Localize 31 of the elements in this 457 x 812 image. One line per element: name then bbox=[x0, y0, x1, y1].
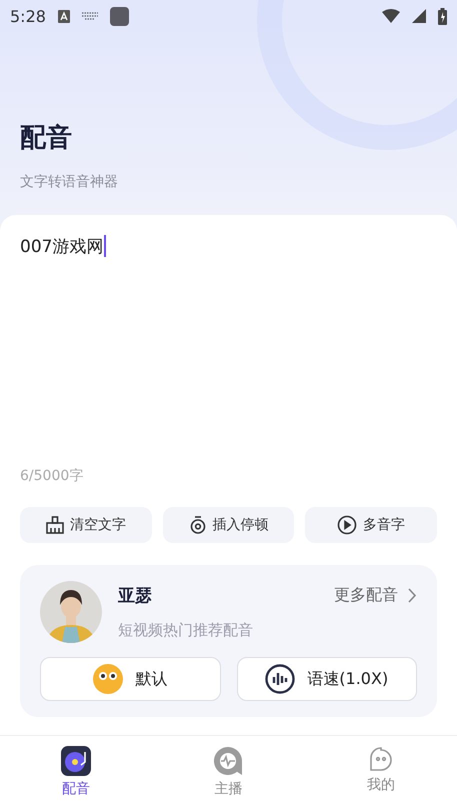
insert-pause-button[interactable]: 插入停顿 bbox=[162, 507, 294, 543]
timer-icon bbox=[188, 516, 206, 534]
tab-item[interactable]: 配音 bbox=[0, 736, 152, 812]
voice-description: 短视频热门推荐配音 bbox=[118, 621, 254, 640]
emotion-button[interactable]: 默认 bbox=[40, 657, 220, 701]
speed-button[interactable]: 语速(1.0X) bbox=[236, 657, 417, 701]
chevron-right-icon bbox=[408, 588, 417, 603]
sound-wave-icon bbox=[265, 664, 296, 694]
app-square-icon bbox=[110, 6, 129, 26]
text-input-field[interactable]: 007游戏网 bbox=[20, 235, 437, 467]
battery-charging-icon bbox=[438, 8, 447, 24]
keyboard-a-icon bbox=[58, 10, 70, 22]
wifi-icon bbox=[382, 9, 400, 23]
tab-item[interactable]: 主播 bbox=[152, 736, 305, 812]
status-time: 5:28 bbox=[10, 6, 46, 26]
keyboard-icon bbox=[82, 12, 98, 20]
tab-item[interactable]: 我的 bbox=[304, 736, 457, 812]
record-player-icon bbox=[61, 746, 92, 776]
clear-text-button[interactable]: 清空文字 bbox=[20, 507, 152, 543]
emoji-icon bbox=[93, 664, 124, 694]
more-voices-link[interactable]: 更多配音 bbox=[334, 585, 417, 606]
page-subtitle: 文字转语音神器 bbox=[20, 173, 119, 191]
chat-wave-icon bbox=[213, 746, 244, 776]
signal-icon bbox=[412, 9, 426, 23]
broom-icon bbox=[46, 516, 64, 534]
play-circle-icon bbox=[337, 515, 358, 535]
page-title: 配音 bbox=[20, 122, 73, 155]
polyphone-button[interactable]: 多音字 bbox=[305, 507, 438, 543]
voice-name: 亚瑟 bbox=[118, 585, 153, 607]
face-bubble-icon bbox=[368, 746, 393, 772]
character-counter: 6/5000字 bbox=[20, 467, 84, 485]
